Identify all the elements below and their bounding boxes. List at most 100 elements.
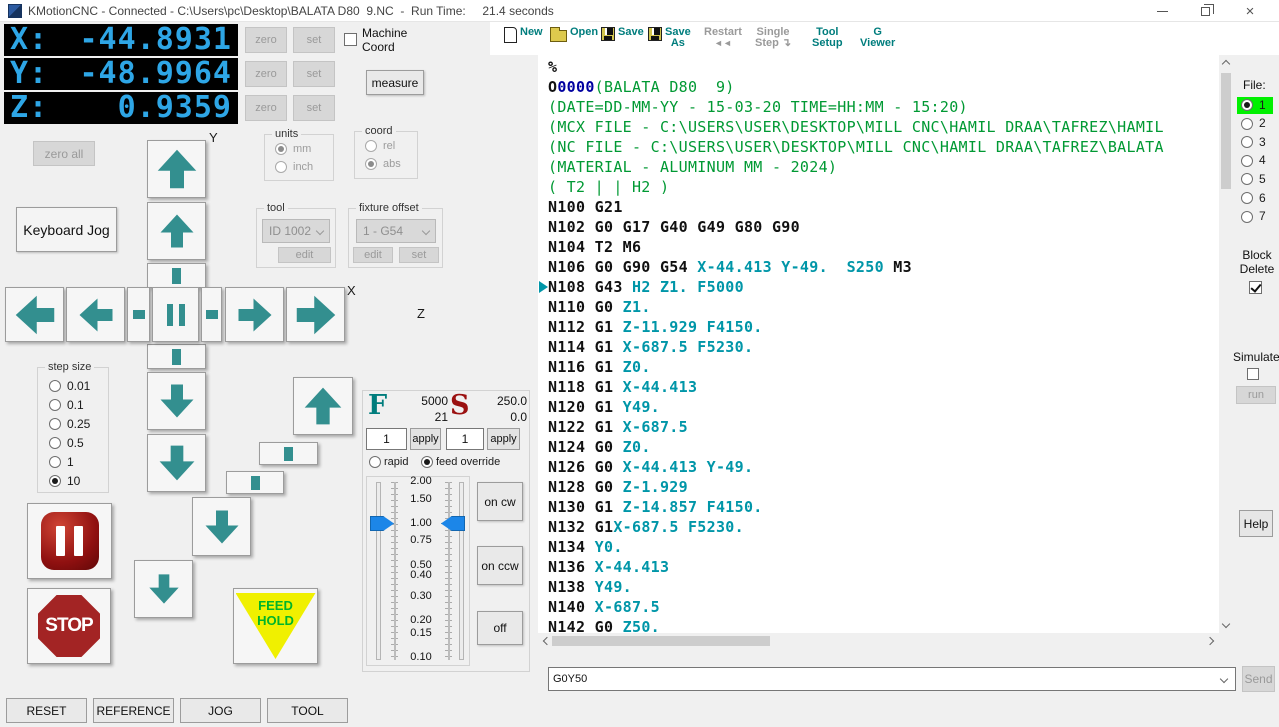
feed-slider-track[interactable] bbox=[376, 482, 381, 660]
block-delete-checkbox[interactable] bbox=[1249, 281, 1262, 294]
fixture-offset-group: fixture offset 1 - G54 edit set bbox=[348, 202, 443, 268]
toolbar-button-single-step[interactable]: Single Step ↴ bbox=[755, 27, 791, 49]
keyboard-jog-button[interactable]: Keyboard Jog bbox=[16, 207, 117, 252]
jog-y-minus-button[interactable] bbox=[147, 372, 206, 430]
stop-button[interactable]: STOP bbox=[27, 588, 111, 664]
feed-apply-button[interactable]: apply bbox=[410, 428, 441, 450]
coord-abs-radio[interactable] bbox=[365, 158, 377, 170]
gcode-editor[interactable]: % O0000(BALATA D80 9) (DATE=DD-MM-YY - 15-… bbox=[538, 55, 1219, 633]
toolbar-button-restart[interactable]: Restart ◄◄ bbox=[704, 27, 742, 49]
feed-override-input[interactable] bbox=[366, 428, 407, 450]
vscrollbar-thumb[interactable] bbox=[1221, 73, 1231, 189]
file-radio-1[interactable] bbox=[1241, 99, 1253, 111]
toolbar-button-open[interactable]: Open bbox=[550, 27, 598, 42]
scroll-down-icon[interactable] bbox=[1219, 617, 1233, 631]
jog-y-minus-fast-button[interactable] bbox=[147, 434, 206, 492]
window-title: KMotionCNC - Connected - C:\Users\pc\Des… bbox=[28, 4, 554, 18]
jog-y-plus-button[interactable] bbox=[147, 202, 206, 260]
toolbar-button-label: Save bbox=[618, 26, 644, 38]
units-mm-radio[interactable] bbox=[275, 143, 287, 155]
tool-select[interactable]: ID 1002 bbox=[262, 219, 330, 243]
step-size-radio-1[interactable] bbox=[49, 456, 61, 468]
spindle-off-button[interactable]: off bbox=[477, 611, 523, 645]
jog-y-plus-step-button[interactable] bbox=[147, 263, 206, 288]
zero-x-button[interactable]: zero bbox=[245, 27, 287, 53]
step-size-radio-0.1[interactable] bbox=[49, 399, 61, 411]
step-size-radio-0.25[interactable] bbox=[49, 418, 61, 430]
toolbar-button-g-viewer[interactable]: G Viewer bbox=[860, 27, 895, 49]
fixture-offset-select[interactable]: 1 - G54 bbox=[356, 219, 436, 243]
feed-hold-button[interactable]: FEED HOLD bbox=[233, 588, 318, 664]
minimize-button[interactable] bbox=[1145, 0, 1179, 22]
feed-hold-label-1: FEED bbox=[258, 598, 293, 613]
simulate-checkbox[interactable] bbox=[1247, 368, 1259, 380]
tool-edit-button[interactable]: edit bbox=[278, 247, 331, 263]
send-button[interactable]: Send bbox=[1242, 666, 1275, 692]
spindle-on-cw-button[interactable]: on cw bbox=[477, 482, 523, 521]
mode-button-jog[interactable]: JOG bbox=[180, 698, 261, 723]
gcode-vscrollbar[interactable] bbox=[1219, 55, 1233, 633]
jog-x-minus-fast-button[interactable] bbox=[5, 287, 64, 342]
close-button[interactable]: × bbox=[1233, 0, 1267, 22]
jog-z-plus-step-button[interactable] bbox=[259, 442, 318, 465]
file-radio-2[interactable] bbox=[1241, 117, 1253, 130]
gcode-hscrollbar[interactable] bbox=[538, 633, 1219, 649]
jog-z-minus-step-button[interactable] bbox=[226, 471, 284, 494]
zero-all-button[interactable]: zero all bbox=[33, 141, 95, 166]
restore-button[interactable] bbox=[1188, 0, 1222, 22]
spindle-on-ccw-button[interactable]: on ccw bbox=[477, 546, 523, 585]
jog-y-minus-step-button[interactable] bbox=[147, 344, 206, 369]
machine-coord-checkbox[interactable] bbox=[344, 33, 357, 46]
feed-hold-triangle-icon: FEED HOLD bbox=[235, 593, 316, 659]
file-radio-3[interactable] bbox=[1241, 136, 1253, 149]
run-button[interactable]: run bbox=[1236, 386, 1276, 404]
zero-z-button[interactable]: zero bbox=[245, 95, 287, 121]
jog-z-minus-button[interactable] bbox=[192, 497, 251, 556]
jog-z-minus-fast-button[interactable] bbox=[134, 560, 193, 618]
toolbar-button-new[interactable]: New bbox=[504, 27, 543, 43]
step-size-radio-0.5[interactable] bbox=[49, 437, 61, 449]
scroll-right-icon[interactable] bbox=[1203, 634, 1217, 648]
jog-x-minus-step-button[interactable] bbox=[127, 287, 150, 342]
measure-button[interactable]: measure bbox=[366, 70, 424, 95]
mode-button-tool[interactable]: TOOL bbox=[267, 698, 348, 723]
step-size-radio-10[interactable] bbox=[49, 475, 61, 487]
jog-x-plus-fast-button[interactable] bbox=[286, 287, 345, 342]
speed-slider-track[interactable] bbox=[459, 482, 464, 660]
zero-y-button[interactable]: zero bbox=[245, 61, 287, 87]
step-size-radio-0.01[interactable] bbox=[49, 380, 61, 392]
fixture-set-button[interactable]: set bbox=[399, 247, 439, 263]
speed-apply-button[interactable]: apply bbox=[487, 428, 520, 450]
hscrollbar-thumb[interactable] bbox=[552, 636, 770, 646]
jog-x-plus-step-button[interactable] bbox=[201, 287, 222, 342]
fixture-edit-button[interactable]: edit bbox=[353, 247, 393, 263]
mode-button-reference[interactable]: REFERENCE bbox=[93, 698, 174, 723]
scroll-up-icon[interactable] bbox=[1219, 57, 1233, 71]
file-radio-4[interactable] bbox=[1241, 154, 1253, 167]
jog-pause-button[interactable] bbox=[152, 287, 199, 342]
speed-override-input[interactable] bbox=[446, 428, 484, 450]
jog-x-minus-button[interactable] bbox=[66, 287, 125, 342]
toolbar-button-save-as[interactable]: Save As bbox=[648, 27, 691, 49]
arrow-left-icon bbox=[15, 295, 54, 334]
coord-rel-radio[interactable] bbox=[365, 140, 377, 152]
jog-y-plus-fast-button[interactable] bbox=[147, 140, 206, 198]
set-z-button[interactable]: set bbox=[293, 95, 335, 121]
set-x-button[interactable]: set bbox=[293, 27, 335, 53]
jog-z-plus-fast-button[interactable] bbox=[293, 377, 353, 435]
file-radio-6[interactable] bbox=[1241, 192, 1253, 204]
set-y-button[interactable]: set bbox=[293, 61, 335, 87]
mode-button-reset[interactable]: RESET bbox=[6, 698, 87, 723]
file-radio-5[interactable] bbox=[1241, 173, 1253, 186]
toolbar-button-save[interactable]: Save bbox=[601, 27, 644, 41]
toolbar-button-tool-setup[interactable]: Tool Setup bbox=[812, 27, 843, 49]
units-inch-radio[interactable] bbox=[275, 161, 287, 173]
feed-override-radio[interactable] bbox=[421, 456, 433, 468]
help-button[interactable]: Help bbox=[1239, 510, 1273, 537]
jog-x-plus-button[interactable] bbox=[225, 287, 284, 342]
rapid-radio[interactable] bbox=[369, 456, 381, 468]
mdi-command-input[interactable] bbox=[549, 673, 1221, 685]
file-radio-7[interactable] bbox=[1241, 210, 1253, 223]
mdi-command-combo[interactable] bbox=[548, 667, 1236, 691]
pause-button[interactable] bbox=[27, 503, 112, 579]
